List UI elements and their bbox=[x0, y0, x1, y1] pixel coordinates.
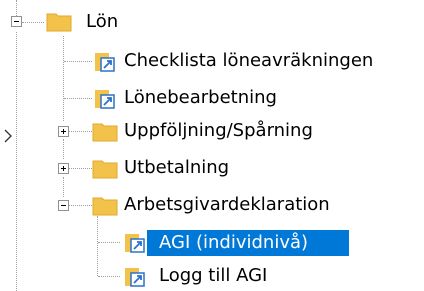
tree-connector bbox=[22, 22, 44, 23]
folder-icon bbox=[46, 13, 72, 32]
tree-connector bbox=[97, 216, 98, 276]
tree-connector bbox=[98, 276, 120, 277]
tree-item-utbetalning[interactable]: Utbetalning bbox=[124, 157, 229, 179]
tree-connector bbox=[64, 98, 92, 99]
tree-item-uppfoljning[interactable]: Uppföljning/Spårning bbox=[124, 120, 313, 142]
tree-connector bbox=[69, 131, 92, 132]
document-icon bbox=[125, 268, 145, 287]
tree-item-checklista[interactable]: Checklista löneavräkningen bbox=[124, 50, 373, 72]
tree-connector bbox=[63, 36, 64, 121]
document-icon bbox=[125, 234, 145, 253]
collapse-toggle[interactable] bbox=[58, 200, 69, 211]
tree-connector bbox=[98, 242, 120, 243]
tree-connector bbox=[69, 168, 92, 169]
tree-connector bbox=[63, 177, 64, 197]
document-icon bbox=[95, 53, 115, 72]
tree-connector bbox=[16, 32, 17, 291]
tree-item-arbetsgivardeklaration[interactable]: Arbetsgivardeklaration bbox=[124, 194, 330, 216]
document-icon bbox=[95, 90, 115, 109]
folder-icon bbox=[92, 160, 118, 179]
collapse-toggle[interactable] bbox=[11, 16, 22, 27]
tree-connector bbox=[16, 0, 17, 16]
tree-item-lonebearbetning[interactable]: Lönebearbetning bbox=[124, 87, 277, 109]
tree-item-logg-till-agi[interactable]: Logg till AGI bbox=[159, 265, 267, 287]
tree-connector bbox=[64, 61, 92, 62]
tree-view: Lön Checklista löneavräkningen Lönebearb… bbox=[0, 0, 424, 291]
tree-connector bbox=[69, 205, 92, 206]
expand-toggle[interactable] bbox=[58, 163, 69, 174]
tree-connector bbox=[63, 139, 64, 159]
tree-item-agi-individniva[interactable]: AGI (individnivå) bbox=[159, 232, 308, 254]
folder-icon bbox=[92, 123, 118, 142]
expand-toggle[interactable] bbox=[58, 126, 69, 137]
folder-icon bbox=[92, 197, 118, 216]
tree-item-lon[interactable]: Lön bbox=[86, 11, 118, 33]
chevron-right-icon[interactable] bbox=[4, 129, 12, 143]
